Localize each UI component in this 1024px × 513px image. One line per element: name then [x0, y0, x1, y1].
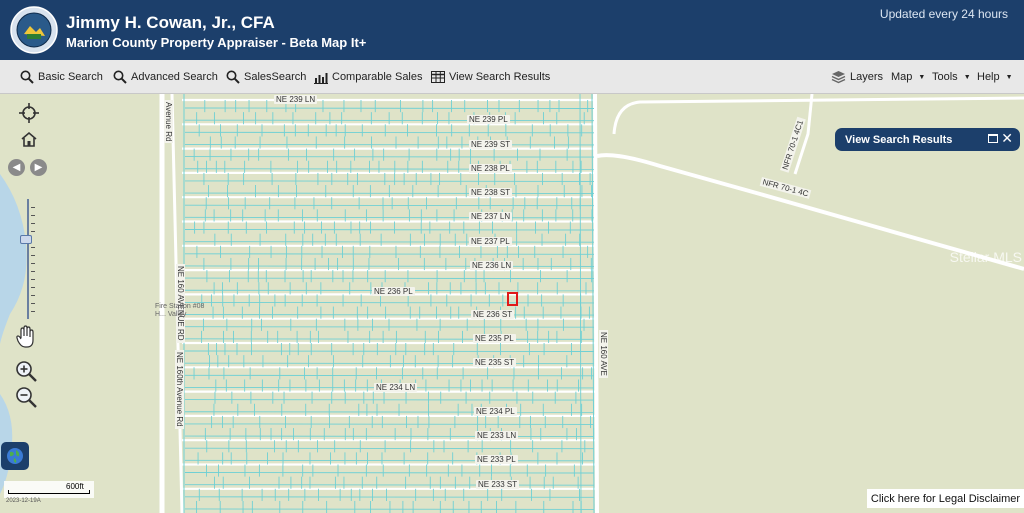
- zoom-tick: [31, 311, 35, 312]
- previous-extent-button[interactable]: ◀: [8, 159, 25, 176]
- basic-search-button[interactable]: Basic Search: [20, 60, 103, 94]
- zoom-tick: [31, 207, 35, 208]
- street-label: Avenue Rd: [164, 100, 173, 144]
- street-label: NE 239 LN: [274, 95, 318, 104]
- app-subtitle: Marion County Property Appraiser - Beta …: [66, 35, 367, 50]
- view-search-results-button[interactable]: View Search Results: [431, 60, 550, 94]
- main-toolbar: Basic Search Advanced Search SalesSearch…: [0, 60, 1024, 94]
- search-icon: [226, 70, 240, 84]
- zoom-tick: [31, 255, 35, 256]
- zoom-track: [27, 199, 29, 319]
- search-icon: [113, 70, 127, 84]
- zoom-tick: [31, 215, 35, 216]
- street-label: NE 236 ST: [471, 310, 515, 319]
- street-label: NE 233 PL: [475, 455, 518, 464]
- search-results-panel[interactable]: View Search Results ✕: [835, 128, 1020, 151]
- selected-parcel[interactable]: [507, 292, 518, 306]
- pan-hand-icon[interactable]: [15, 325, 37, 349]
- street-label: NE 234 PL: [474, 407, 517, 416]
- tools-menu[interactable]: Tools ▼: [932, 60, 971, 94]
- zoom-slider-thumb[interactable]: [20, 235, 32, 244]
- street-label: NE 238 ST: [469, 188, 513, 197]
- chevron-down-icon: ▼: [918, 73, 926, 81]
- watermark: Stellar MLS: [949, 249, 1022, 265]
- app-title: Jimmy H. Cowan, Jr., CFA: [66, 13, 275, 32]
- zoom-tick: [31, 271, 35, 272]
- zoom-tick: [31, 287, 35, 288]
- search-icon: [20, 70, 34, 84]
- chevron-down-icon: ▼: [963, 73, 971, 81]
- zoom-in-icon[interactable]: [15, 360, 37, 382]
- table-icon: [431, 71, 445, 83]
- layers-button[interactable]: Layers: [831, 60, 883, 94]
- seal-logo: [10, 6, 58, 54]
- street-label: NE 239 PL: [467, 115, 510, 124]
- fire-station-label: Fire Station #08 H... Valley: [155, 303, 205, 318]
- map-menu[interactable]: Map ▼: [891, 60, 925, 94]
- locate-icon[interactable]: [19, 103, 39, 123]
- scale-text: 600ft: [66, 482, 84, 491]
- street-label: NE 233 LN: [475, 431, 519, 440]
- sales-search-label: SalesSearch: [244, 71, 307, 83]
- map-menu-label: Map: [891, 71, 913, 83]
- help-menu-label: Help: [977, 71, 1000, 83]
- comparable-sales-button[interactable]: Comparable Sales: [314, 60, 423, 94]
- zoom-tick: [31, 303, 35, 304]
- zoom-tick: [31, 231, 35, 232]
- maximize-icon[interactable]: [988, 134, 998, 143]
- street-label: NE 237 LN: [469, 212, 513, 221]
- globe-icon: [7, 448, 23, 464]
- street-label: NE 160th Avenue Rd: [175, 350, 184, 429]
- zoom-out-icon[interactable]: [15, 386, 37, 408]
- comparable-sales-label: Comparable Sales: [332, 71, 423, 83]
- home-icon[interactable]: [20, 131, 38, 148]
- sales-search-button[interactable]: SalesSearch: [226, 60, 306, 94]
- scale-bar: 600ft: [4, 481, 94, 498]
- map-canvas[interactable]: NE 239 LN NE 239 PL NE 239 ST NE 238 PL …: [0, 94, 1024, 513]
- legal-disclaimer-link[interactable]: Click here for Legal Disclaimer: [867, 489, 1024, 508]
- street-label: NE 237 PL: [469, 237, 512, 246]
- zoom-tick: [31, 223, 35, 224]
- close-icon[interactable]: ✕: [1001, 131, 1013, 145]
- street-label: NE 235 PL: [473, 334, 516, 343]
- zoom-tick: [31, 295, 35, 296]
- street-label: NE 235 ST: [473, 358, 517, 367]
- app-header: Jimmy H. Cowan, Jr., CFA Marion County P…: [0, 0, 1024, 60]
- panel-title: View Search Results: [845, 133, 953, 146]
- build-date: 2023-12-19A: [6, 498, 41, 504]
- layers-icon: [831, 71, 846, 84]
- chart-icon: [314, 72, 328, 84]
- layers-label: Layers: [850, 71, 884, 83]
- basic-search-label: Basic Search: [38, 71, 103, 83]
- zoom-tick: [31, 279, 35, 280]
- street-label: NE 236 LN: [470, 261, 514, 270]
- street-label: NE 234 LN: [374, 383, 418, 392]
- basemap-toggle-button[interactable]: [1, 442, 29, 470]
- app-window: Jimmy H. Cowan, Jr., CFA Marion County P…: [0, 0, 1024, 513]
- street-label: NE 233 ST: [476, 480, 520, 489]
- view-search-results-label: View Search Results: [449, 71, 551, 83]
- advanced-search-button[interactable]: Advanced Search: [113, 60, 218, 94]
- zoom-tick: [31, 247, 35, 248]
- tools-menu-label: Tools: [932, 71, 958, 83]
- street-label: NE 160 AVE: [599, 330, 608, 378]
- zoom-tick: [31, 263, 35, 264]
- help-menu[interactable]: Help ▼: [977, 60, 1013, 94]
- advanced-search-label: Advanced Search: [131, 71, 218, 83]
- next-extent-button[interactable]: ▶: [30, 159, 47, 176]
- chevron-down-icon: ▼: [1005, 73, 1013, 81]
- zoom-slider[interactable]: [20, 199, 36, 319]
- update-notice: Updated every 24 hours: [879, 7, 1008, 21]
- street-label: NE 239 ST: [469, 140, 513, 149]
- street-label: NE 238 PL: [469, 164, 512, 173]
- street-label: NE 236 PL: [372, 287, 415, 296]
